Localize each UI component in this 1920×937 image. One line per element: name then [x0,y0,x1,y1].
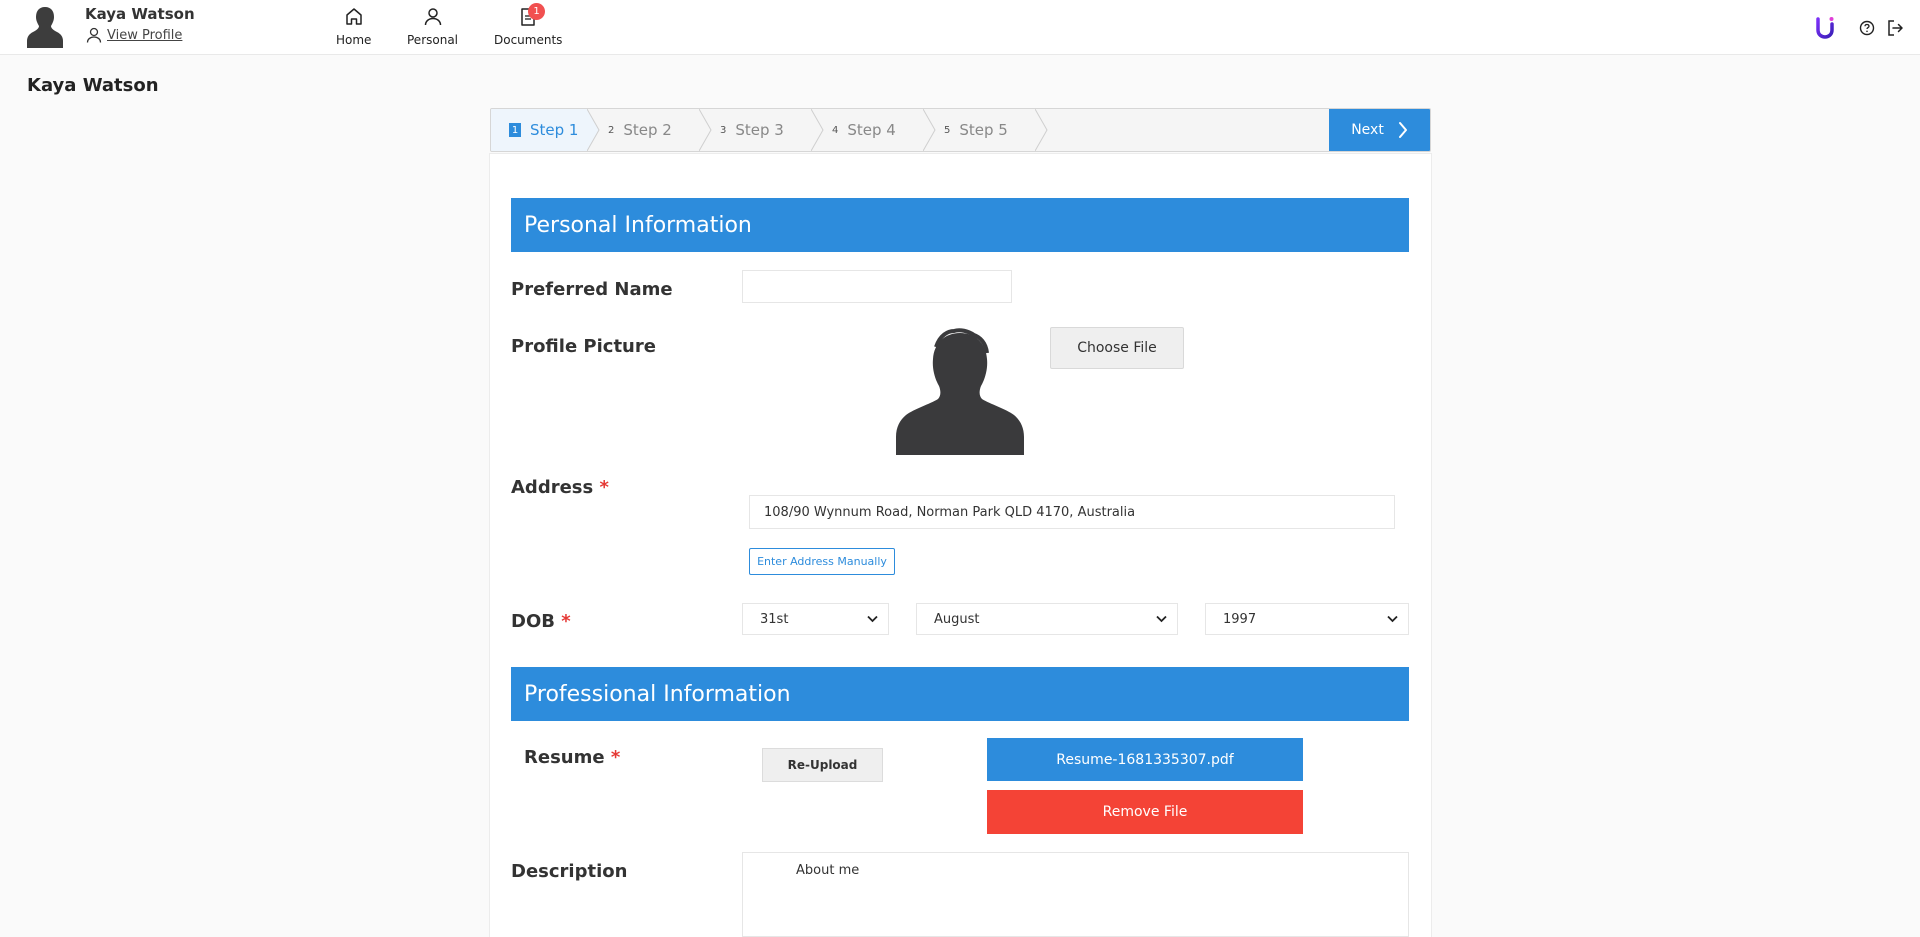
user-avatar-icon[interactable] [27,5,63,48]
step-2-label: Step 2 [623,121,672,139]
step-separator-icon [699,109,712,151]
view-profile-link[interactable]: View Profile [86,27,182,43]
help-icon[interactable] [1859,20,1875,36]
personal-info-heading: Personal Information [511,198,1409,252]
step-3-number: 3 [720,124,727,136]
dob-year-value: 1997 [1223,611,1257,627]
nav-home[interactable]: Home [336,6,371,47]
resume-label: Resume * [524,747,620,768]
step-1[interactable]: 1 Step 1 [491,109,587,151]
home-icon [345,8,362,25]
chevron-down-icon [867,615,878,623]
step-separator-icon [923,109,936,151]
address-input[interactable]: 108/90 Wynnum Road, Norman Park QLD 4170… [749,495,1395,529]
step-separator-icon [1035,109,1048,151]
dob-month-value: August [934,611,980,627]
step-2-number: 2 [608,124,615,136]
profile-picture-label: Profile Picture [511,336,656,357]
chevron-down-icon [1387,615,1398,623]
dob-day-select[interactable]: 31st [742,603,889,635]
step-wizard: 1 Step 1 2 Step 2 3 Step 3 4 Step 4 5 St… [490,108,1431,152]
logout-icon[interactable] [1886,19,1904,37]
description-label: Description [511,861,628,882]
nav-personal-label: Personal [407,33,459,47]
view-profile-label: View Profile [107,27,183,43]
top-navbar: Kaya Watson View Profile Home Personal 1… [0,0,1920,55]
step-separator-icon [811,109,824,151]
preferred-name-label: Preferred Name [511,279,673,300]
choose-file-button[interactable]: Choose File [1050,327,1184,369]
step-5-number: 5 [944,124,951,136]
step-4-number: 4 [832,124,839,136]
reupload-button[interactable]: Re-Upload [762,748,883,782]
step-3[interactable]: 3 Step 3 [713,109,811,151]
user-icon [424,8,441,26]
resume-file-button[interactable]: Resume-1681335307.pdf [987,738,1303,781]
step-separator-icon [587,109,600,151]
step-5-label: Step 5 [959,121,1008,139]
step-1-label: Step 1 [530,121,579,139]
nav-home-label: Home [336,33,372,47]
required-mark: * [561,611,571,632]
resume-label-text: Resume [524,747,605,768]
brand-logo-icon [1816,17,1834,39]
step-3-label: Step 3 [735,121,784,139]
dob-month-select[interactable]: August [916,603,1178,635]
enter-address-manually-button[interactable]: Enter Address Manually [749,548,895,575]
dob-day-value: 31st [760,611,789,627]
nav-documents-label: Documents [494,33,563,47]
documents-badge: 1 [528,3,545,20]
dob-year-select[interactable]: 1997 [1205,603,1409,635]
address-label-text: Address [511,477,594,498]
profile-silhouette-icon [896,328,1024,455]
page-title: Kaya Watson [27,75,159,96]
dob-label: DOB * [511,611,571,632]
nav-personal[interactable]: Personal [407,6,458,47]
step-5[interactable]: 5 Step 5 [937,109,1035,151]
user-name: Kaya Watson [85,5,195,23]
step-1-number: 1 [509,123,521,137]
dob-label-text: DOB [511,611,555,632]
required-mark: * [610,747,621,768]
step-4[interactable]: 4 Step 4 [825,109,923,151]
step-2[interactable]: 2 Step 2 [601,109,699,151]
preferred-name-input[interactable] [742,270,1012,303]
next-button[interactable]: Next [1329,109,1430,151]
user-outline-icon [86,27,102,43]
remove-file-button[interactable]: Remove File [987,790,1303,834]
professional-info-heading: Professional Information [511,667,1409,721]
next-button-label: Next [1351,122,1384,138]
required-mark: * [599,477,609,498]
step-4-label: Step 4 [847,121,896,139]
chevron-down-icon [1156,615,1167,623]
nav-documents[interactable]: 1 Documents [494,3,563,47]
chevron-right-icon [1398,122,1407,138]
description-textarea[interactable]: About me [742,852,1409,937]
address-label: Address * [511,477,609,498]
